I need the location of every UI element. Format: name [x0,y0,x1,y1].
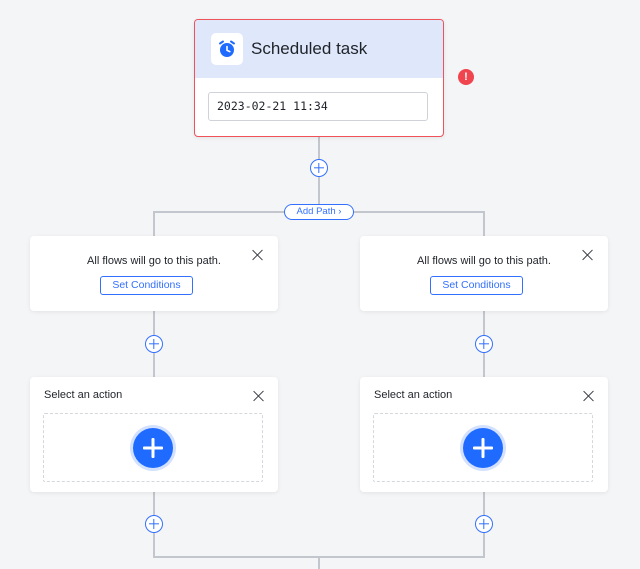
add-step-button[interactable] [475,515,493,533]
close-icon[interactable] [583,390,595,402]
close-icon[interactable] [582,249,594,261]
add-action-button[interactable] [133,428,173,468]
set-conditions-button[interactable]: Set Conditions [430,276,523,295]
action-dropzone[interactable] [373,413,593,482]
add-action-button[interactable] [463,428,503,468]
connector-line [153,211,155,237]
action-card[interactable]: Select an action [30,377,278,492]
add-step-button[interactable] [310,159,328,177]
action-dropzone[interactable] [43,413,263,482]
add-step-button[interactable] [145,515,163,533]
connector-line [318,556,320,569]
action-title: Select an action [44,389,123,401]
trigger-card[interactable]: Scheduled task 2023-02-21 11:34 [194,19,444,137]
set-conditions-button[interactable]: Set Conditions [100,276,193,295]
add-step-button[interactable] [475,335,493,353]
chevron-right-icon: › [338,206,342,217]
close-icon[interactable] [253,390,265,402]
condition-text: All flows will go to this path. [417,255,551,267]
trigger-title: Scheduled task [251,39,368,58]
condition-card[interactable]: All flows will go to this path. Set Cond… [360,236,608,311]
close-icon[interactable] [252,249,264,261]
add-path-button[interactable]: Add Path › [284,204,354,220]
action-title: Select an action [374,389,453,401]
condition-card[interactable]: All flows will go to this path. Set Cond… [30,236,278,311]
alarm-clock-icon [211,33,243,65]
add-path-label: Add Path [296,206,336,217]
action-card[interactable]: Select an action [360,377,608,492]
trigger-header: Scheduled task [195,20,443,78]
datetime-field[interactable]: 2023-02-21 11:34 [208,92,428,121]
condition-text: All flows will go to this path. [87,255,221,267]
connector-line [483,211,485,237]
error-icon[interactable]: ! [458,69,474,85]
add-step-button[interactable] [145,335,163,353]
